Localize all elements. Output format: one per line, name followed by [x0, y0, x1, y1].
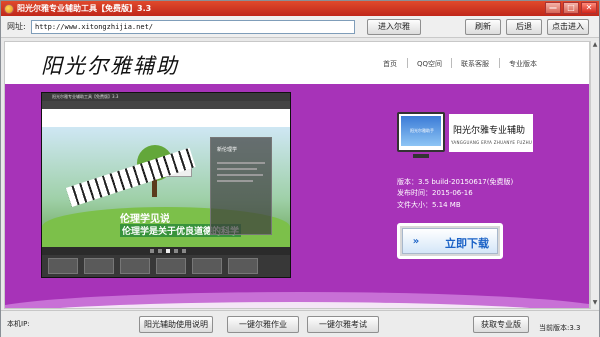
carousel-dot-active[interactable] [166, 249, 170, 253]
enter-erya-button[interactable]: 进入尔雅 [367, 19, 421, 35]
text-line [217, 168, 257, 170]
product-name: 阳光尔雅专业辅助 [453, 126, 526, 136]
product-name-card: 阳光尔雅专业辅助 YANGGUANG ERYA ZHUANYE FUZHU [449, 114, 533, 152]
download-button[interactable]: » 立即下载 [397, 223, 503, 259]
scroll-up-icon[interactable]: ▲ [591, 41, 599, 49]
thumbnail [156, 258, 186, 274]
nav-home[interactable]: 首页 [383, 59, 397, 69]
site-logo[interactable]: 阳光尔雅辅助 [41, 50, 179, 80]
thumbnail [48, 258, 78, 274]
nav-pro-version[interactable]: 专业版本 [509, 59, 537, 69]
text-line [217, 180, 253, 182]
carousel-dot[interactable] [150, 249, 154, 253]
close-button[interactable]: ✕ [581, 2, 597, 14]
piano-keys-graphic [65, 147, 196, 207]
monitor-text: 阳光尔雅助手 [410, 128, 434, 133]
thumbnail [120, 258, 150, 274]
carousel-dot[interactable] [182, 249, 186, 253]
get-pro-button[interactable]: 获取专业版 [473, 316, 529, 333]
click-enter-button[interactable]: 点击进入 [547, 19, 589, 35]
text-line [217, 174, 263, 176]
release-date: 发布时间：2015-06-16 [397, 189, 473, 197]
product-card: 阳光尔雅助手 阳光尔雅专业辅助 YANGGUANG ERYA ZHUANYE F… [393, 110, 533, 170]
carousel-dots [150, 249, 190, 253]
one-click-homework-button[interactable]: 一键尔雅作业 [227, 316, 299, 333]
site-header: 阳光尔雅辅助 首页 QQ空间 联系客服 专业版本 [5, 42, 589, 84]
version-info: 版本：3.5 build-20150617(免费版) [397, 178, 514, 186]
nav-divider [407, 58, 408, 68]
carousel-dot[interactable] [174, 249, 178, 253]
bottom-bar: 本机IP: 阳光辅助使用说明 一键尔雅作业 一键尔雅考试 获取专业版 当前版本:… [1, 310, 599, 337]
nav-divider [499, 58, 500, 68]
vertical-scrollbar[interactable]: ▲ ▼ [590, 41, 599, 309]
thumbnail [192, 258, 222, 274]
download-label: 立即下载 [445, 237, 489, 250]
thumbnail [84, 258, 114, 274]
preview-slogan: 伦理学见说 [120, 214, 170, 225]
preview-banner: 伦理学见说 伦理学是关于优良道德的科学 新伦理学 [42, 127, 290, 247]
file-size: 文件大小：5.14 MB [397, 201, 461, 209]
title-bar[interactable]: 阳光尔雅专业辅助工具【免费版】3.3 — □ ✕ [1, 1, 599, 16]
address-bar: 网址: http://www.xitongzhijia.net/ 进入尔雅 刷新… [1, 16, 599, 38]
browser-content: 阳光尔雅辅助 首页 QQ空间 联系客服 专业版本 阳光尔雅专业辅助工具【免费版】… [4, 41, 590, 309]
app-logo-icon [4, 4, 14, 14]
window-title: 阳光尔雅专业辅助工具【免费版】3.3 [17, 4, 152, 13]
product-subtitle: YANGGUANG ERYA ZHUANYE FUZHU [451, 140, 533, 145]
preview-side-panel: 新伦理学 [210, 137, 272, 235]
carousel-dot[interactable] [158, 249, 162, 253]
back-button[interactable]: 后退 [506, 19, 542, 35]
preview-side-title: 新伦理学 [217, 147, 238, 153]
app-window: 阳光尔雅专业辅助工具【免费版】3.3 — □ ✕ 网址: http://www.… [0, 0, 600, 337]
monitor-icon: 阳光尔雅助手 [397, 112, 445, 152]
nav-qq-space[interactable]: QQ空间 [417, 59, 442, 69]
preview-site-header [42, 109, 290, 127]
url-input[interactable]: http://www.xitongzhijia.net/ [31, 20, 355, 34]
preview-thumbnail-row [42, 255, 290, 277]
double-chevron-down-icon: » [412, 236, 420, 247]
one-click-exam-button[interactable]: 一键尔雅考试 [307, 316, 379, 333]
preview-screenshot: 阳光尔雅专业辅助工具【免费版】3.3 伦理学见说 伦理学是关于优良道德的科学 新… [41, 92, 291, 278]
nav-support[interactable]: 联系客服 [461, 59, 489, 69]
nav-divider [451, 58, 452, 68]
current-version: 当前版本:3.3 [539, 324, 581, 332]
maximize-button[interactable]: □ [563, 2, 579, 14]
text-line [217, 162, 265, 164]
refresh-button[interactable]: 刷新 [465, 19, 501, 35]
address-label: 网址: [7, 22, 26, 31]
download-button-face[interactable]: » 立即下载 [402, 228, 498, 254]
scroll-down-icon[interactable]: ▼ [591, 299, 599, 307]
preview-window-title: 阳光尔雅专业辅助工具【免费版】3.3 [42, 93, 290, 101]
usage-guide-button[interactable]: 阳光辅助使用说明 [139, 316, 213, 333]
local-ip-label: 本机IP: [7, 320, 30, 328]
monitor-stand [413, 154, 429, 158]
minimize-button[interactable]: — [545, 2, 561, 14]
thumbnail [228, 258, 258, 274]
monitor-screen: 阳光尔雅助手 [401, 116, 441, 146]
preview-address-bar [42, 101, 290, 109]
